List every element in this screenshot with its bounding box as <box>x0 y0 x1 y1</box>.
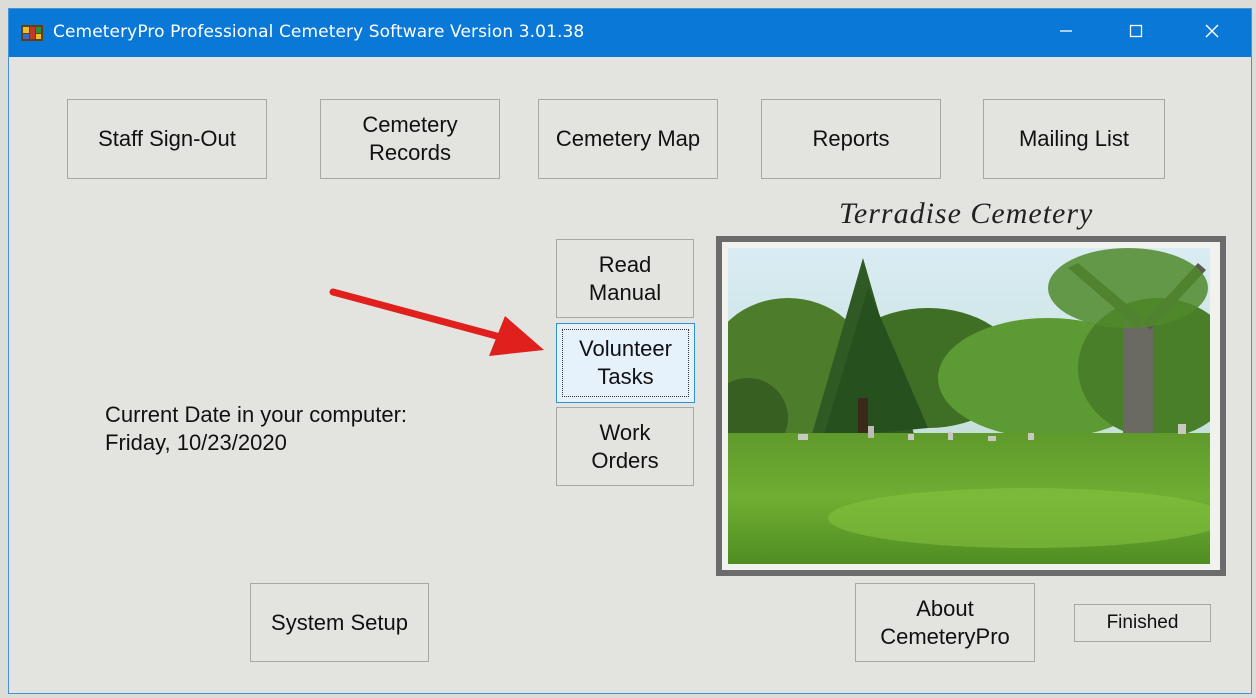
close-icon <box>1204 23 1220 44</box>
cemetery-map-button[interactable]: Cemetery Map <box>538 99 718 179</box>
close-button[interactable] <box>1177 9 1247 57</box>
volunteer-tasks-button[interactable]: Volunteer Tasks <box>556 323 695 403</box>
maximize-button[interactable] <box>1101 9 1171 57</box>
about-cemeterypro-button[interactable]: About CemeteryPro <box>855 583 1035 662</box>
work-orders-button[interactable]: Work Orders <box>556 407 694 486</box>
minimize-button[interactable] <box>1031 9 1101 57</box>
finished-button[interactable]: Finished <box>1074 604 1211 642</box>
maximize-icon <box>1129 24 1143 43</box>
focus-ring <box>562 329 689 397</box>
minimize-icon <box>1059 24 1073 43</box>
staff-sign-out-button[interactable]: Staff Sign-Out <box>67 99 267 179</box>
window-title: CemeteryPro Professional Cemetery Softwa… <box>53 22 585 42</box>
red-arrow-icon <box>329 284 559 369</box>
current-date-label: Current Date in your computer: <box>105 402 408 427</box>
cemetery-records-button[interactable]: Cemetery Records <box>320 99 500 179</box>
cemetery-name-heading: Terradise Cemetery <box>839 197 1094 230</box>
mailing-list-button[interactable]: Mailing List <box>983 99 1165 179</box>
cemetery-app-icon[interactable] <box>21 23 43 41</box>
main-window: CemeteryPro Professional Cemetery Softwa… <box>8 8 1252 694</box>
reports-button[interactable]: Reports <box>761 99 941 179</box>
current-date-value: Friday, 10/23/2020 <box>105 430 287 455</box>
cemetery-photo <box>728 248 1214 564</box>
read-manual-button[interactable]: Read Manual <box>556 239 694 318</box>
system-setup-button[interactable]: System Setup <box>250 583 429 662</box>
title-bar[interactable]: CemeteryPro Professional Cemetery Softwa… <box>9 9 1251 57</box>
cemetery-photo-frame <box>716 236 1226 576</box>
